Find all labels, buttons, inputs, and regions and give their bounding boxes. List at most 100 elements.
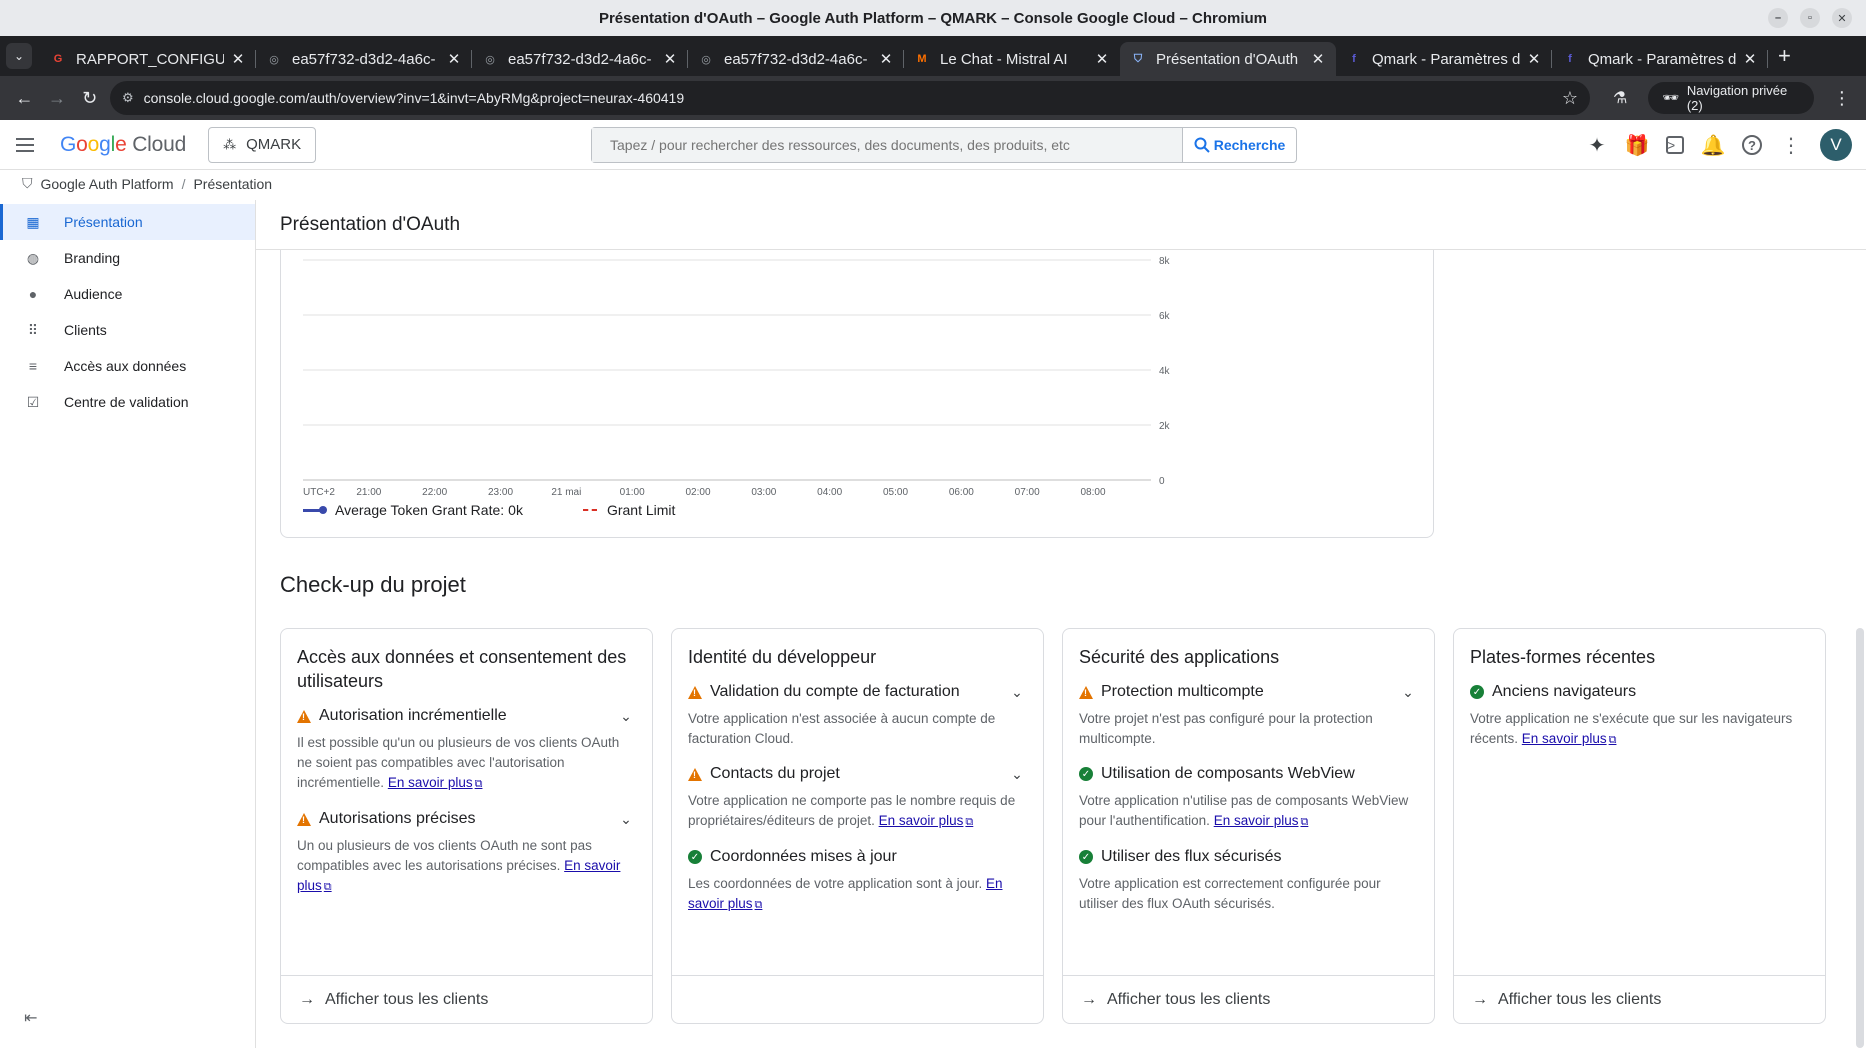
main-menu-icon[interactable]: [16, 133, 40, 157]
x-tick-label: 04:00: [817, 487, 842, 498]
checkup-item-text: Votre application est correctement confi…: [1079, 876, 1381, 911]
gift-icon[interactable]: 🎁: [1625, 134, 1650, 157]
incognito-indicator[interactable]: 🕶 Navigation privée (2): [1648, 82, 1814, 114]
site-info-icon[interactable]: ⚙: [122, 90, 134, 106]
checkup-item[interactable]: Protection multicompte ⌄: [1079, 683, 1418, 701]
sidebar-item-centre-de-validation[interactable]: ☑ Centre de validation: [0, 384, 255, 420]
chevron-down-icon[interactable]: ⌄: [1007, 766, 1027, 783]
maximize-icon[interactable]: ▫: [1800, 8, 1820, 28]
notifications-bell-icon[interactable]: 🔔: [1701, 134, 1726, 157]
checkup-item-description: Les coordonnées de votre application son…: [688, 874, 1027, 915]
learn-more-link[interactable]: En savoir plus: [388, 775, 473, 790]
sidebar-item-clients[interactable]: ⠿ Clients: [0, 312, 255, 348]
tab-search-icon[interactable]: ⌄: [6, 43, 32, 69]
chevron-down-icon[interactable]: ⌄: [616, 811, 636, 828]
x-tick-label: 05:00: [883, 487, 908, 498]
google-cloud-logo[interactable]: Google Cloud: [60, 133, 186, 157]
checkup-item[interactable]: Contacts du projet ⌄: [688, 765, 1027, 783]
checkup-item-description: Votre application n'est associée à aucun…: [688, 709, 1027, 749]
browser-tab[interactable]: ⛉ Présentation d'OAuth ✕: [1120, 42, 1336, 76]
project-picker-button[interactable]: ⁂ QMARK: [208, 126, 317, 163]
legend-item-rate[interactable]: Average Token Grant Rate: 0k: [303, 502, 523, 518]
checkup-item[interactable]: Autorisation incrémentielle ⌄: [297, 707, 636, 725]
checkup-item-text: Un ou plusieurs de vos clients OAuth ne …: [297, 838, 592, 873]
section-title: Check-up du projet: [280, 572, 466, 597]
browser-tab[interactable]: G RAPPORT_CONFIGURATION ✕: [40, 42, 256, 76]
browser-tab[interactable]: ◎ ea57f732-d3d2-4a6c- ✕: [688, 42, 904, 76]
reload-icon[interactable]: ↻: [73, 81, 106, 115]
browser-tab[interactable]: ◎ ea57f732-d3d2-4a6c- ✕: [256, 42, 472, 76]
browser-tab[interactable]: M Le Chat - Mistral AI ✕: [904, 42, 1120, 76]
tab-close-icon[interactable]: ✕: [662, 50, 678, 68]
show-all-clients-button[interactable]: → Afficher tous les clients: [1454, 975, 1825, 1023]
tab-label: RAPPORT_CONFIGURATION: [76, 50, 224, 68]
card-title: Plates-formes récentes: [1470, 647, 1656, 667]
browser-toolbar: ← → ↻ ⚙ console.cloud.google.com/auth/ov…: [0, 76, 1866, 120]
checkup-item[interactable]: Autorisations précises ⌄: [297, 810, 636, 828]
learn-more-link[interactable]: En savoir plus: [1214, 813, 1299, 828]
chevron-down-icon[interactable]: ⌄: [1007, 684, 1027, 701]
chevron-down-icon[interactable]: ⌄: [1398, 684, 1418, 701]
more-options-icon[interactable]: ⋮: [1780, 134, 1802, 157]
tab-close-icon[interactable]: ✕: [446, 50, 462, 68]
gemini-sparkle-icon[interactable]: ✦: [1586, 134, 1608, 157]
external-link-icon: ⧉: [754, 899, 763, 911]
external-link-icon: ⧉: [1608, 734, 1617, 746]
sidebar-item-presentation[interactable]: ▦ Présentation: [0, 204, 255, 240]
page-scrollbar[interactable]: [1856, 628, 1864, 1048]
tab-close-icon[interactable]: ✕: [1526, 50, 1542, 68]
sidebar-item-audience[interactable]: ● Audience: [0, 276, 255, 312]
data-access-icon: ≡: [28, 358, 38, 374]
tab-close-icon[interactable]: ✕: [1310, 50, 1326, 68]
back-arrow-icon[interactable]: ←: [8, 81, 41, 115]
sidebar-item-acces-aux-donnees[interactable]: ≡ Accès aux données: [0, 348, 255, 384]
checkup-item[interactable]: Validation du compte de facturation ⌄: [688, 683, 1027, 701]
checkup-item-title: Utilisation de composants WebView: [1101, 765, 1355, 782]
learn-more-link[interactable]: En savoir plus: [879, 813, 964, 828]
address-bar[interactable]: ⚙ console.cloud.google.com/auth/overview…: [109, 81, 1590, 115]
page-title: Présentation d'OAuth: [256, 200, 1866, 250]
tab-close-icon[interactable]: ✕: [878, 50, 894, 68]
legend-line-icon: [303, 505, 327, 514]
card-title: Sécurité des applications: [1079, 647, 1280, 667]
tab-close-icon[interactable]: ✕: [1094, 50, 1110, 68]
legend-label-rate: Average Token Grant Rate:: [335, 502, 505, 518]
checkup-item-title: Autorisation incrémentielle: [319, 707, 507, 724]
browser-tab[interactable]: f Qmark - Paramètres d ✕: [1552, 42, 1768, 76]
forward-arrow-icon[interactable]: →: [41, 81, 74, 115]
minimize-icon[interactable]: –: [1768, 8, 1788, 28]
search-input[interactable]: [592, 128, 1182, 162]
tab-close-icon[interactable]: ✕: [1742, 50, 1758, 68]
search-button[interactable]: Recherche: [1182, 128, 1296, 162]
window-title: Présentation d'OAuth – Google Auth Platf…: [598, 9, 1268, 27]
tab-close-icon[interactable]: ✕: [230, 50, 246, 68]
external-link-icon: ⧉: [965, 816, 974, 828]
avatar[interactable]: V: [1820, 129, 1852, 161]
browser-tab[interactable]: f Qmark - Paramètres d ✕: [1336, 42, 1552, 76]
bookmark-star-icon[interactable]: ☆: [1562, 88, 1578, 109]
chevron-down-icon[interactable]: ⌄: [616, 708, 636, 725]
show-all-clients-button[interactable]: → Afficher tous les clients: [1063, 975, 1434, 1023]
x-tick-label: 08:00: [1080, 487, 1105, 498]
new-tab-icon[interactable]: +: [1778, 43, 1791, 69]
shield-icon: ⛉: [22, 175, 33, 191]
breadcrumb-separator: /: [181, 175, 186, 192]
tab-favicon-icon: f: [1568, 53, 1572, 65]
search-bar: Recherche: [591, 127, 1297, 163]
show-all-clients-button[interactable]: → Afficher tous les clients: [281, 975, 652, 1023]
browser-menu-icon[interactable]: ⋮: [1826, 81, 1858, 115]
collapse-sidebar-icon[interactable]: ⇤: [24, 1008, 37, 1028]
check-circle-icon: ✓: [1079, 850, 1093, 864]
cloud-shell-icon[interactable]: >_: [1666, 136, 1684, 154]
person-icon: ●: [28, 286, 38, 302]
close-window-icon[interactable]: ✕: [1832, 8, 1852, 28]
help-icon[interactable]: ?: [1742, 135, 1762, 155]
card-footer: [672, 975, 1043, 1023]
legend-item-limit[interactable]: Grant Limit: [582, 502, 675, 518]
learn-more-link[interactable]: En savoir plus: [1522, 731, 1607, 746]
browser-tab[interactable]: ◎ ea57f732-d3d2-4a6c- ✕: [472, 42, 688, 76]
x-tick-label: 01:00: [620, 487, 645, 498]
breadcrumb-root[interactable]: Google Auth Platform: [41, 176, 174, 192]
sidebar-item-branding[interactable]: ◍ Branding: [0, 240, 255, 276]
labs-flask-icon[interactable]: ⚗: [1604, 81, 1636, 115]
